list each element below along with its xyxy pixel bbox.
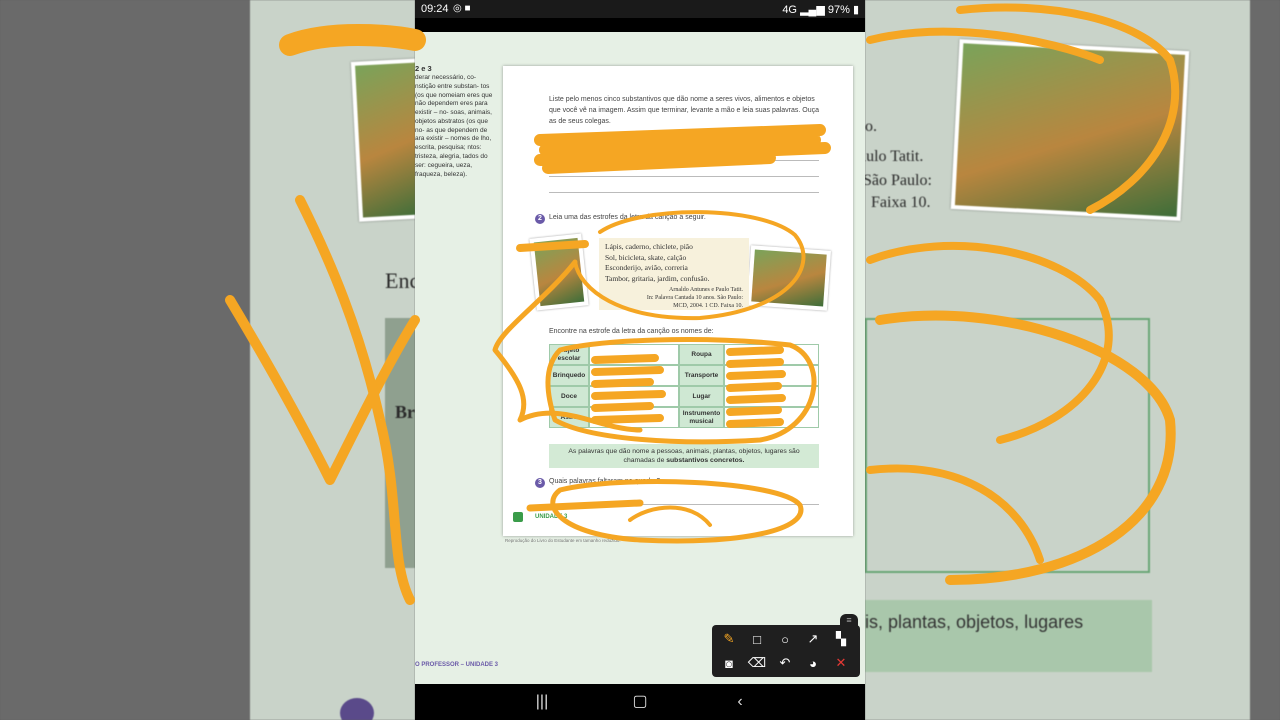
poem-line: Esconderijo, avião, correria: [605, 263, 688, 272]
bg-text-bri: Bri: [395, 402, 415, 422]
sidebar-heading: 2 e 3: [415, 64, 432, 73]
table-answer-cell[interactable]: [724, 365, 819, 386]
annotation-toolbar: ✎ □ ○ ↗ ▚ ◙ ⌫ ↶ ◕ ✕: [712, 625, 860, 677]
table-answer-cell[interactable]: [724, 407, 819, 428]
note-bold: substantivos concretos.: [666, 457, 745, 465]
mosaic-icon[interactable]: ▚: [830, 629, 852, 649]
home-icon[interactable]: ▢: [625, 692, 655, 712]
eraser-icon[interactable]: ⌫: [746, 653, 768, 673]
palette-icon[interactable]: ◕: [802, 653, 824, 673]
question3-number: 3: [535, 478, 545, 488]
sidebar-text: derar necessário, co- nstição entre subs…: [415, 74, 493, 178]
poem-line: Sol, bicicleta, skate, calção: [605, 252, 687, 262]
bg-text-author: aulo Tatit.: [865, 148, 924, 165]
table-label: Instrumento musical: [679, 407, 724, 428]
signal-icon: ▂▄▆: [800, 4, 825, 16]
table-answer-cell[interactable]: [724, 344, 819, 365]
background-left: Enc Bri: [0, 0, 415, 720]
unit-badge-icon: [513, 512, 523, 522]
document-viewer[interactable]: 2 e 3 derar necessário, co- nstição entr…: [415, 32, 865, 684]
phone-screen: 09:24 ◎ ■ 4G ▂▄▆ 97% ▮ 2 e 3 derar neces…: [415, 0, 865, 720]
table-label: Roupa: [679, 344, 724, 365]
pen-icon[interactable]: ✎: [718, 629, 740, 649]
table-answer-cell[interactable]: [589, 365, 679, 386]
background-right: o. aulo Tatit. São Paulo: Faixa 10. is, …: [865, 0, 1280, 720]
notification-icons: ◎ ■: [453, 3, 471, 14]
question1-text: Liste pelo menos cinco substantivos que …: [549, 96, 820, 126]
camera-icon[interactable]: ◙: [718, 653, 740, 673]
status-right: 4G ▂▄▆ 97% ▮: [782, 3, 859, 16]
poem-credit-authors: Arnaldo Antunes e Paulo Tatit.: [669, 287, 743, 293]
poem-credit-source: In: Palavra Cantada 10 anos. São Paulo:: [646, 295, 743, 302]
poem-box: Lápis, caderno, chiclete, pião Sol, bici…: [599, 238, 749, 310]
reproduction-note: Reprodução do Livro do Estudante em tama…: [505, 538, 621, 543]
find-instruction: Encontre na estrofe da letra da canção o…: [549, 328, 714, 335]
question2-text: Leia uma das estrofes da letra da canção…: [549, 214, 706, 221]
bg-text-note: is, plantas, objetos, lugares: [865, 612, 1084, 632]
teacher-sidebar: 2 e 3 derar necessário, co- nstição entr…: [415, 64, 495, 179]
table-label: Objeto escolar: [549, 344, 589, 365]
network-label: 4G: [782, 4, 797, 16]
bg-text-city: São Paulo:: [865, 172, 932, 189]
table-label: Doce: [549, 386, 589, 407]
table-label: Astro: [549, 407, 589, 428]
question2-number: 2: [535, 214, 545, 224]
poem-credit-detail: MCD, 2004. 1 CD. Faixa 10.: [673, 303, 743, 310]
table-answer-cell[interactable]: [589, 407, 679, 428]
table-label: Transporte: [679, 365, 724, 386]
poem-line: Lápis, caderno, chiclete, pião: [605, 242, 693, 251]
close-icon[interactable]: ✕: [830, 653, 852, 673]
undo-icon[interactable]: ↶: [774, 653, 796, 673]
android-nav-bar: ||| ▢ ‹: [415, 684, 865, 720]
arrow-icon[interactable]: ↗: [802, 629, 824, 649]
recents-icon[interactable]: |||: [527, 692, 557, 712]
unit-label: UNIDADE 3: [535, 514, 568, 520]
status-bar: 09:24 ◎ ■ 4G ▂▄▆ 97% ▮: [415, 0, 865, 18]
kids-photo-right: [747, 245, 831, 311]
table-answer-cell[interactable]: [589, 386, 679, 407]
concrete-nouns-note: As palavras que dão nome a pessoas, anim…: [549, 444, 819, 468]
student-book-page: Liste pelo menos cinco substantivos que …: [503, 66, 853, 536]
back-icon[interactable]: ‹: [725, 692, 755, 712]
footer-label: O PROFESSOR – UNIDADE 3: [415, 662, 499, 668]
kids-photo-left: [529, 233, 589, 311]
table-label: Brinquedo: [549, 365, 589, 386]
bg-text-enc: Enc: [385, 268, 415, 293]
status-time: 09:24: [421, 3, 449, 15]
poem-line: Tambor, gritaria, jardim, confusão.: [605, 273, 710, 283]
battery-icon: ▮: [852, 4, 859, 16]
table-label: Lugar: [679, 386, 724, 407]
question3-text: Quais palavras faltaram no quadro?: [549, 478, 661, 485]
rectangle-icon[interactable]: □: [746, 629, 768, 649]
table-answer-cell[interactable]: [724, 386, 819, 407]
battery-level: 97%: [827, 4, 850, 16]
table-answer-cell[interactable]: [589, 344, 679, 365]
circle-icon[interactable]: ○: [774, 629, 796, 649]
bg-text-o: o.: [865, 118, 877, 135]
bg-text-track: Faixa 10.: [871, 194, 931, 211]
